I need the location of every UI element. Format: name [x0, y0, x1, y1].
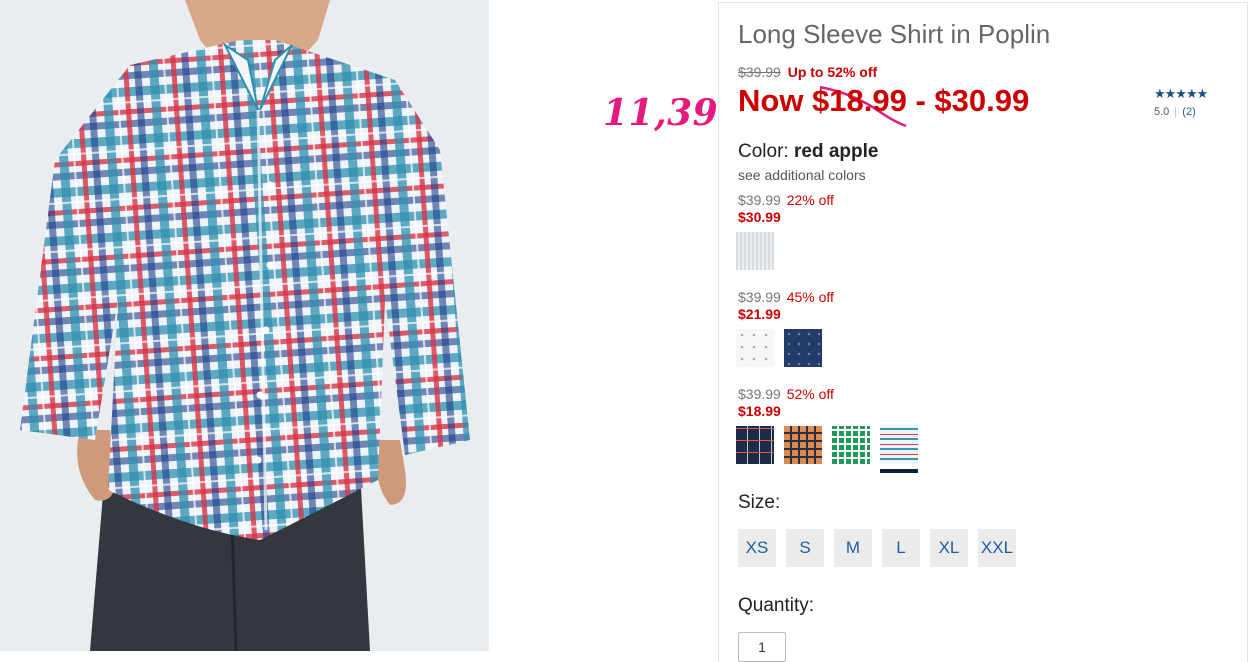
tier-original-price: $39.99	[738, 289, 781, 305]
tier-discount: 22% off	[786, 192, 834, 208]
swatch-navy-plaid[interactable]	[736, 426, 774, 464]
quantity-label: Quantity:	[738, 595, 815, 616]
original-price: $39.99	[738, 64, 781, 80]
size-selector: XS S M L XL XXL	[738, 529, 1016, 567]
size-xl-button[interactable]: XL	[930, 529, 968, 567]
tier-original-price: $39.99	[738, 386, 781, 402]
review-count-link[interactable]: (2)	[1182, 106, 1195, 118]
size-s-button[interactable]: S	[786, 529, 824, 567]
size-xs-button[interactable]: XS	[738, 529, 776, 567]
swatch-orange-plaid[interactable]	[784, 426, 822, 464]
price-tier: $39.99 22% off $30.99	[738, 192, 834, 225]
swatch-green-plaid[interactable]	[832, 426, 870, 464]
swatch-blue-red-plaid[interactable]	[880, 426, 918, 464]
selected-swatch-indicator	[880, 469, 918, 473]
sale-price-range: Now $18.99 - $30.99	[738, 83, 1030, 118]
tier-original-price: $39.99	[738, 192, 781, 208]
quantity-input[interactable]	[738, 632, 786, 662]
product-title: Long Sleeve Shirt in Poplin	[738, 19, 1051, 49]
handwritten-price-annotation: 11,39	[603, 92, 719, 134]
rating-widget[interactable]: ★★★★★ 5.0 (2)	[1154, 86, 1208, 118]
see-additional-colors[interactable]: see additional colors	[738, 167, 866, 183]
size-l-button[interactable]: L	[882, 529, 920, 567]
price-tier: $39.99 45% off $21.99	[738, 289, 834, 322]
tier-discount: 52% off	[786, 386, 834, 402]
price-summary: $39.99 Up to 52% off	[738, 64, 877, 80]
swatch-group	[736, 232, 774, 270]
size-m-button[interactable]: M	[834, 529, 872, 567]
size-xxl-button[interactable]: XXL	[978, 529, 1016, 567]
color-label: Color: red apple	[738, 141, 879, 162]
swatch-white-dot[interactable]	[736, 329, 774, 367]
swatch-group	[736, 426, 918, 464]
rating-value: 5.0	[1154, 106, 1170, 118]
tier-sale-price: $21.99	[738, 306, 781, 322]
rating-stars-icon: ★★★★★	[1154, 86, 1208, 101]
size-label: Size:	[738, 492, 781, 513]
tier-sale-price: $18.99	[738, 403, 781, 419]
discount-text: Up to 52% off	[787, 64, 878, 80]
swatch-light-gray[interactable]	[736, 232, 774, 270]
selected-color-name: red apple	[793, 141, 879, 162]
price-tier: $39.99 52% off $18.99	[738, 386, 834, 419]
swatch-group	[736, 329, 822, 367]
product-image[interactable]	[0, 0, 489, 651]
swatch-navy-dot[interactable]	[784, 329, 822, 367]
tier-discount: 45% off	[786, 289, 834, 305]
tier-sale-price: $30.99	[738, 209, 781, 225]
